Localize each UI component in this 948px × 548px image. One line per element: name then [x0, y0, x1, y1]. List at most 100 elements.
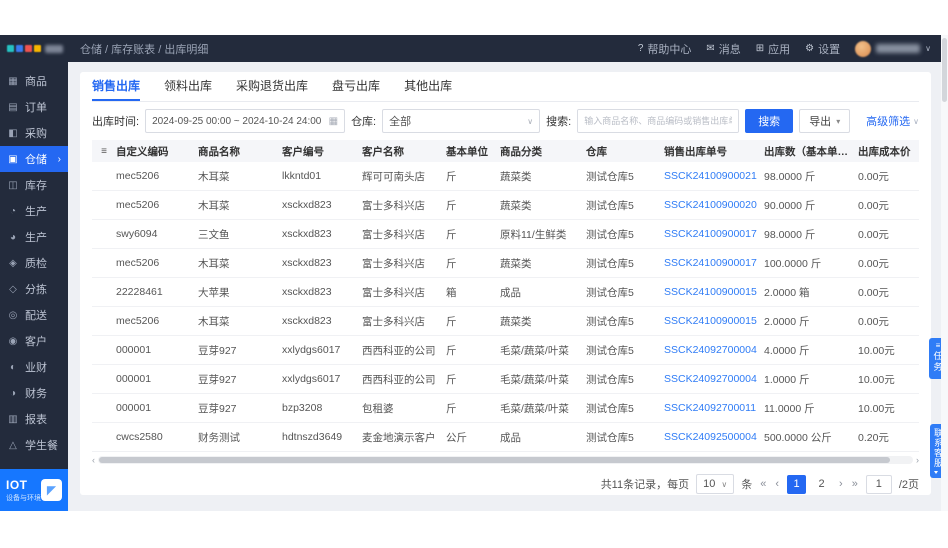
cell-category: 毛菜/蔬菜/叶菜 — [500, 373, 569, 386]
cell-order-no-link[interactable]: SSCK24100900015 — [664, 315, 764, 327]
topbar-actions: ? 帮助中心 ✉ 消息 ⊞ 应用 ⚙ 设置 — [638, 41, 840, 57]
cell-order-no-link[interactable]: SSCK24092700004 — [664, 373, 764, 385]
sidebar-item[interactable]: △ 学生餐 › — [0, 432, 68, 458]
cell-order-no-link[interactable]: SSCK24092700004 — [664, 344, 764, 356]
cell-order-no-link[interactable]: SSCK24100900021 — [664, 170, 764, 182]
search-input[interactable] — [578, 110, 739, 132]
table-row[interactable]: mec5206 木耳菜 lkkntd01 辉可可南头店 斤 蔬菜类 测试仓库5 … — [92, 162, 919, 191]
table-row[interactable]: 000001 豆芽927 xxlydgs6017 西西科亚的公司 斤 毛菜/蔬菜… — [92, 365, 919, 394]
col-qty: 出库数（基本单位） — [764, 145, 858, 158]
sidebar-item[interactable]: ▦ 商品 › — [0, 68, 68, 94]
chevron-right-icon: › — [57, 153, 61, 165]
tab-label: 采购退货出库 — [236, 79, 309, 93]
tab[interactable]: 销售出库 — [92, 72, 141, 101]
table-body: mec5206 木耳菜 lkkntd01 辉可可南头店 斤 蔬菜类 测试仓库5 … — [92, 162, 919, 452]
cell-order-no-link[interactable]: SSCK24100900020 — [664, 199, 764, 211]
sidebar-item[interactable]: ▥ 报表 › — [0, 406, 68, 432]
user-name-redacted — [876, 44, 921, 53]
sidebar-item-label: 质检 — [25, 258, 47, 270]
topbar-action-label: 帮助中心 — [647, 43, 692, 56]
column-settings-icon[interactable]: ≡ — [92, 146, 116, 157]
cell-order-no-link[interactable]: SSCK24092700011 — [664, 402, 764, 414]
sidebar-item[interactable]: ▤ 订单 › — [0, 94, 68, 120]
next-page-button[interactable]: › — [838, 478, 844, 490]
cell-custom-code: mec5206 — [116, 315, 160, 327]
horizontal-scrollbar-thumb[interactable] — [99, 457, 890, 463]
sidebar-item[interactable]: ◇ 分拣 › — [0, 276, 68, 302]
cell-warehouse: 测试仓库5 — [586, 373, 634, 386]
warehouse-select-value: 全部 — [389, 116, 412, 128]
table-row[interactable]: mec5206 木耳菜 xsckxd823 富士多科兴店 斤 蔬菜类 测试仓库5… — [92, 249, 919, 278]
tab[interactable]: 盘亏出库 — [332, 72, 380, 101]
page-size-select[interactable]: 10 ∨ — [696, 474, 735, 494]
sidebar-item[interactable]: ◈ 质检 › — [0, 250, 68, 276]
prev-page-button[interactable]: ‹ — [774, 478, 780, 490]
tab-label: 盘亏出库 — [332, 79, 381, 93]
sidebar-item-label: 分拣 — [25, 284, 47, 296]
export-button[interactable]: 导出 ▾ — [799, 109, 851, 133]
table-row[interactable]: swy6094 三文鱼 xsckxd823 富士多科兴店 斤 原料11/生鲜类 … — [92, 220, 919, 249]
cell-order-no-link[interactable]: SSCK24100900017 — [664, 228, 764, 240]
topbar-action[interactable]: ⚙ 设置 — [805, 41, 840, 57]
sidebar-item-label: 商品 — [25, 76, 47, 88]
table-row[interactable]: 000001 豆芽927 xxlydgs6017 西西科亚的公司 斤 毛菜/蔬菜… — [92, 336, 919, 365]
tab[interactable]: 其他出库 — [404, 72, 452, 101]
table-row[interactable]: mec5206 木耳菜 xsckxd823 富士多科兴店 斤 蔬菜类 测试仓库5… — [92, 307, 919, 336]
date-range-picker[interactable]: 2024-09-25 00:00 ~ 2024-10-24 24:00 ▦ — [145, 109, 346, 133]
horizontal-scrollbar[interactable] — [98, 456, 913, 464]
sidebar-item[interactable]: ◫ 库存 › — [0, 172, 68, 198]
user-menu[interactable]: ∨ — [855, 40, 931, 57]
brand-title: IOT — [6, 477, 28, 492]
sidebar-item[interactable]: ◧ 采购 › — [0, 120, 68, 146]
table-row[interactable]: mec5206 木耳菜 xsckxd823 富士多科兴店 斤 蔬菜类 测试仓库5… — [92, 191, 919, 220]
tab[interactable]: 采购退货出库 — [236, 72, 308, 101]
warehouse-select[interactable]: 全部 ∨ — [382, 109, 541, 133]
app-logo[interactable] — [0, 44, 68, 53]
cell-cost: 0.00元 — [858, 257, 889, 270]
sidebar-item[interactable]: ◔ 生产 › — [0, 198, 68, 224]
cell-category: 毛菜/蔬菜/叶菜 — [500, 344, 569, 357]
sidebar-item[interactable]: ◎ 配送 › — [0, 302, 68, 328]
page-jump-input[interactable]: 1 — [865, 474, 892, 494]
page-number-button[interactable]: 2 — [812, 475, 831, 494]
vertical-scrollbar-thumb[interactable] — [942, 38, 947, 102]
topbar-action[interactable]: ✉ 消息 — [706, 41, 740, 57]
sidebar-item[interactable]: ◑ 财务 › — [0, 380, 68, 406]
tab-label: 销售出库 — [92, 79, 141, 93]
cell-warehouse: 测试仓库5 — [586, 315, 634, 328]
search-button[interactable]: 搜索 — [745, 109, 794, 133]
export-button-label: 导出 — [809, 116, 832, 128]
brand-logo-icon: ◤ — [41, 479, 62, 501]
col-category: 商品分类 — [500, 145, 542, 158]
logo-square-teal — [7, 45, 14, 52]
scroll-left-icon[interactable]: ‹ — [92, 455, 95, 465]
table-row[interactable]: cwcs2580 财务测试 hdtnszd3649 麦金地演示客户 公斤 成品 … — [92, 423, 919, 452]
calendar-icon: ▦ — [328, 115, 339, 127]
cell-custom-code: mec5206 — [116, 170, 160, 182]
tab-label: 领料出库 — [164, 79, 213, 93]
cell-customer-name: 包租婆 — [362, 402, 394, 415]
table-row[interactable]: 000001 豆芽927 bzp3208 包租婆 斤 毛菜/蔬菜/叶菜 测试仓库… — [92, 394, 919, 423]
sidebar-item[interactable]: ◉ 客户 › — [0, 328, 68, 354]
scroll-right-icon[interactable]: › — [916, 455, 919, 465]
cell-order-no-link[interactable]: SSCK24092500004 — [664, 431, 764, 443]
cell-customer-name: 西西科亚的公司 — [362, 344, 436, 357]
topbar-action[interactable]: ⊞ 应用 — [756, 41, 790, 57]
first-page-button[interactable]: « — [759, 478, 767, 490]
last-page-button[interactable]: » — [851, 478, 859, 490]
cell-customer-no: hdtnszd3649 — [282, 431, 343, 443]
table-row[interactable]: 22228461 大苹果 xsckxd823 富士多科兴店 箱 成品 测试仓库5… — [92, 278, 919, 307]
topbar-action[interactable]: ? 帮助中心 — [638, 41, 692, 57]
page-number-button[interactable]: 1 — [787, 474, 807, 494]
sidebar-item[interactable]: ◐ 业财 › — [0, 354, 68, 380]
tab[interactable]: 领料出库 — [164, 72, 212, 101]
page-size-value: 10 — [703, 478, 716, 490]
advanced-filter-link[interactable]: 高级筛选 ∨ — [866, 113, 919, 129]
sidebar-item[interactable]: ◕ 生产 › — [0, 224, 68, 250]
sidebar-item[interactable]: ▣ 仓储 › — [0, 146, 68, 172]
cell-order-no-link[interactable]: SSCK24100900017 — [664, 257, 764, 269]
horizontal-scroll-row: ‹ › — [92, 455, 919, 465]
cell-order-no-link[interactable]: SSCK24100900015 — [664, 286, 764, 298]
pagination-unit-label: 条 — [741, 479, 753, 491]
vertical-scrollbar[interactable] — [941, 35, 948, 511]
